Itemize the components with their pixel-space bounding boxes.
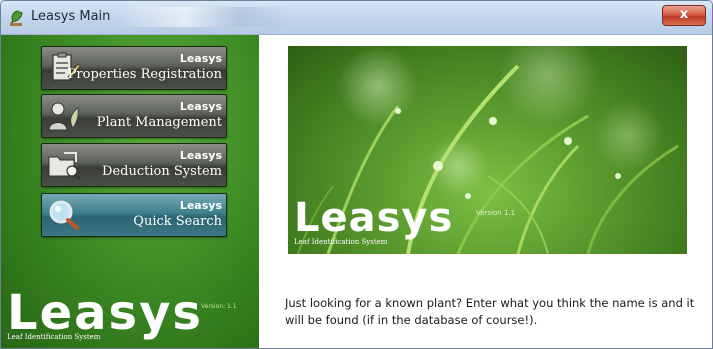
logo-wordmark: Leasys xyxy=(7,285,203,341)
sidebar-logo: Leasys Leaf Identification System xyxy=(7,289,201,345)
button-label: Deduction System xyxy=(102,164,222,179)
logo-subtitle: Leaf Identification System xyxy=(7,333,101,341)
sidebar: Leasys Properties Registration Leasys Pl… xyxy=(1,35,259,348)
quick-search-hint: Just looking for a known plant? Enter wh… xyxy=(285,296,695,327)
button-brand: Leasys xyxy=(179,199,222,212)
banner-image: Leasys Leaf Identification System Versio… xyxy=(288,46,687,254)
title-bar-decoration xyxy=(113,7,293,27)
main-window: Leasys Main x Leasys Properties Registra… xyxy=(0,0,713,349)
button-label: Quick Search xyxy=(133,214,222,229)
button-label: Properties Registration xyxy=(67,67,222,82)
deduction-system-button[interactable]: Leasys Deduction System xyxy=(41,143,227,187)
title-bar[interactable]: Leasys Main x xyxy=(1,1,712,35)
button-brand: Leasys xyxy=(179,100,222,113)
button-brand: Leasys xyxy=(179,52,222,65)
person-plant-icon xyxy=(48,102,79,131)
button-label: Plant Management xyxy=(96,115,222,130)
banner-version: Version 1.1 xyxy=(476,209,516,217)
sidebar-version: Version: 1.1 xyxy=(201,303,237,310)
button-brand: Leasys xyxy=(179,149,222,162)
magnifier-icon xyxy=(49,200,79,230)
quick-search-button[interactable]: Leasys Quick Search xyxy=(41,193,227,237)
app-leaf-icon xyxy=(10,10,23,26)
folder-search-icon xyxy=(48,152,81,180)
banner-subtitle: Leaf Identification System xyxy=(294,238,388,246)
plant-management-button[interactable]: Leasys Plant Management xyxy=(41,94,227,138)
close-button[interactable]: x xyxy=(662,5,706,26)
window-title: Leasys Main xyxy=(31,9,111,24)
banner-wordmark: Leasys xyxy=(294,195,454,241)
properties-registration-button[interactable]: Leasys Properties Registration xyxy=(41,46,227,90)
